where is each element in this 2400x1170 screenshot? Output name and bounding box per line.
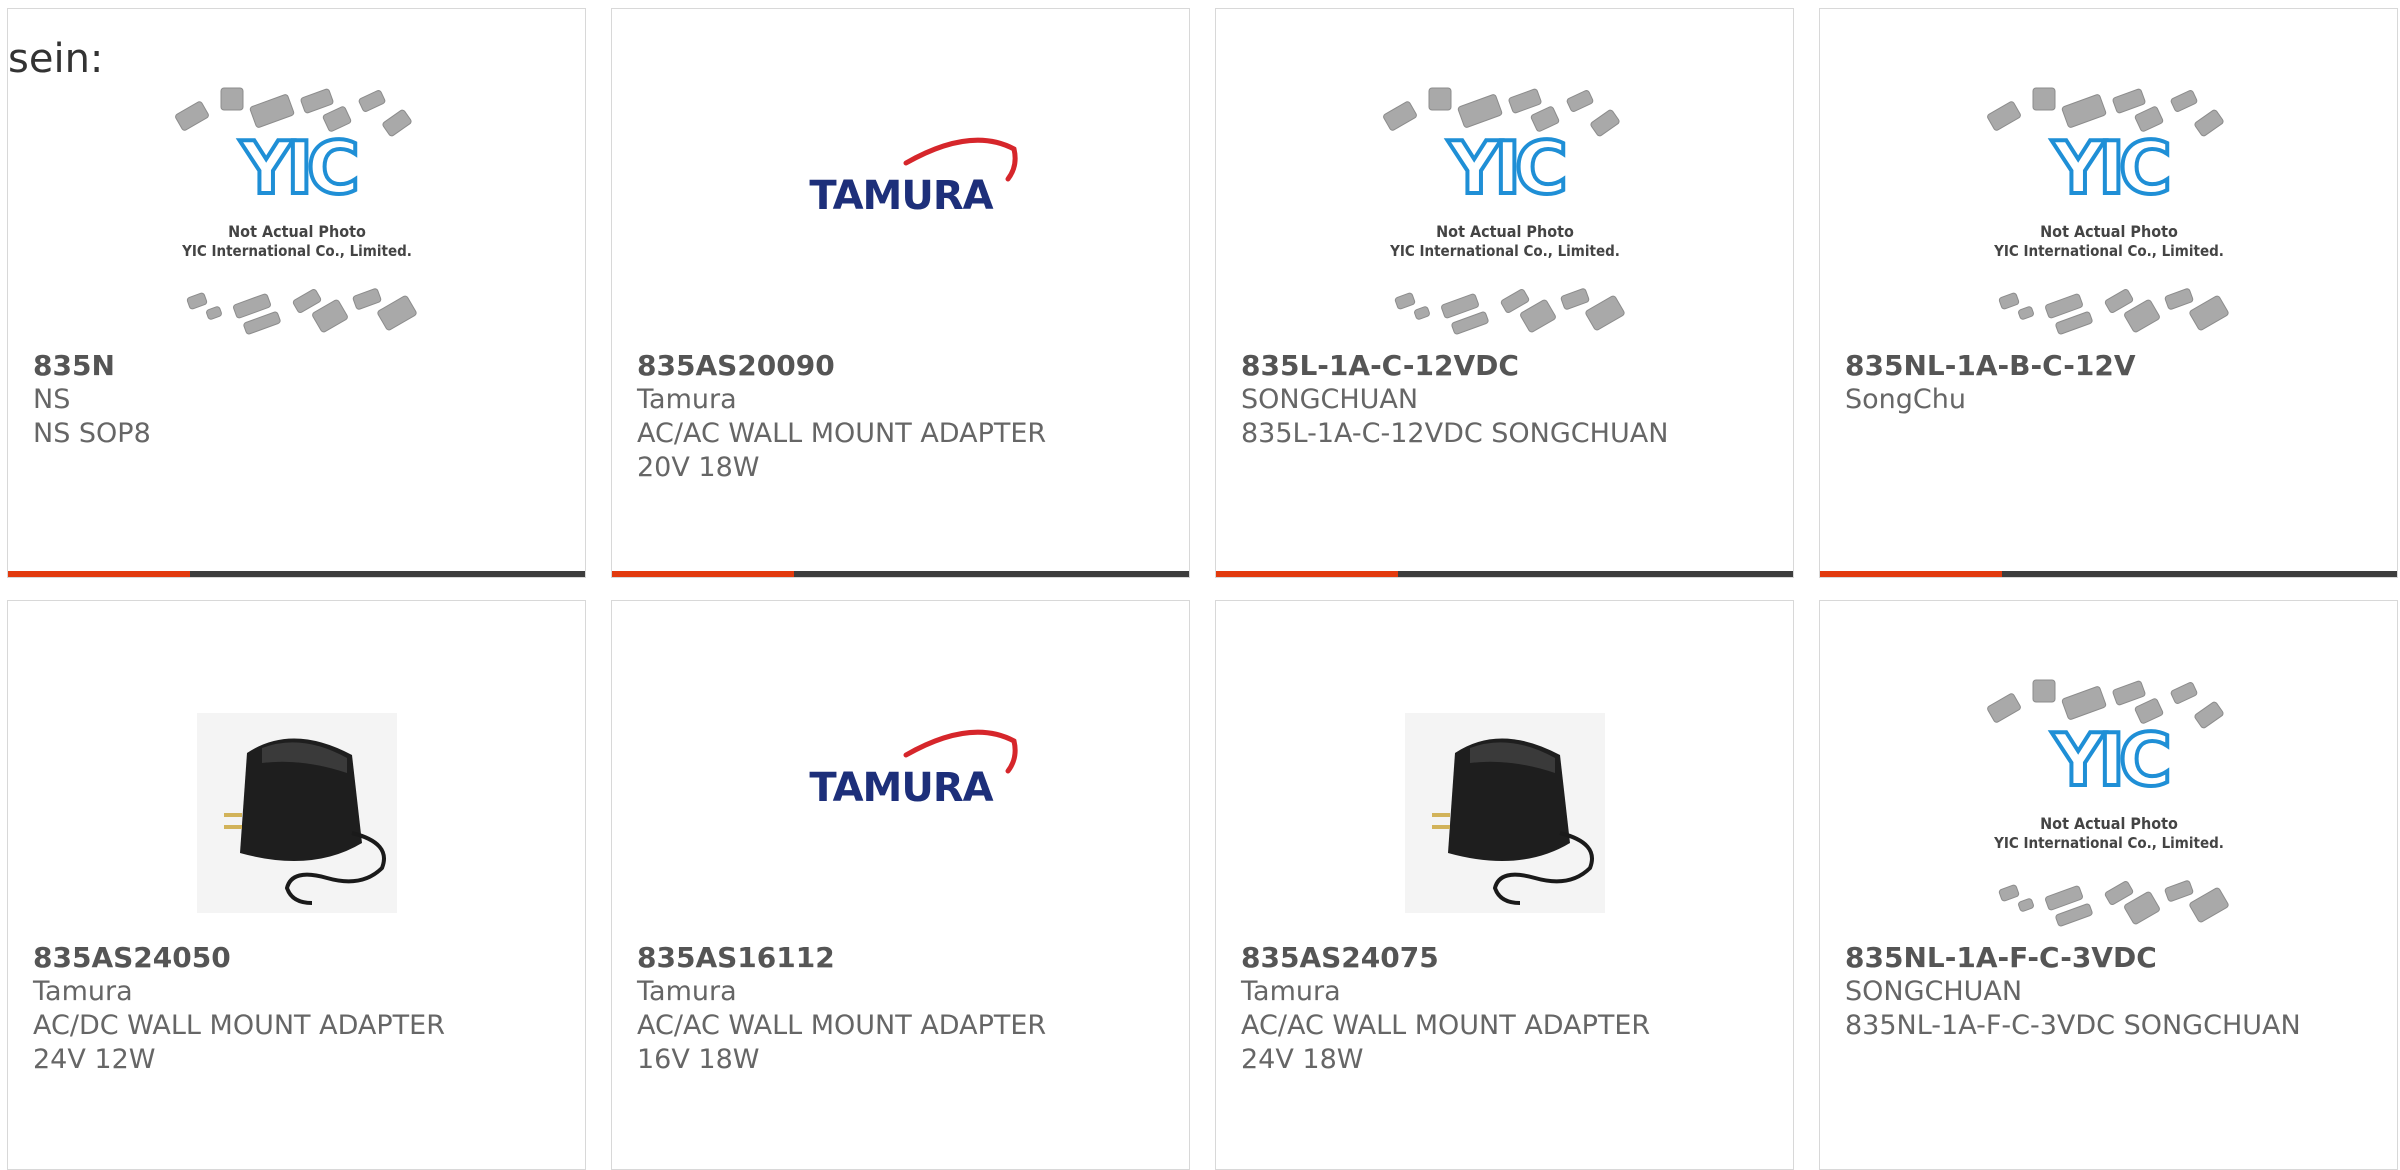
svg-text:YIC: YIC [2051, 126, 2168, 210]
product-card[interactable]: 835AS24075 Tamura AC/AC WALL MOUNT ADAPT… [1215, 600, 1794, 1170]
svg-text:Not Actual Photo: Not Actual Photo [2040, 814, 2178, 833]
manufacturer: SongChu [1845, 384, 1966, 415]
description: AC/DC WALL MOUNT ADAPTER [33, 1010, 445, 1041]
product-image-wall-adapter-photo [1360, 663, 1650, 943]
yic-placeholder-graphic: YIC Not Actual Photo YIC International C… [1986, 679, 2229, 927]
product-image-yic-placeholder: YIC Not Actual Photo YIC International C… [152, 71, 442, 351]
specs: 20V 18W [637, 452, 760, 483]
card-bottom-bar [1216, 571, 1793, 577]
manufacturer: SONGCHUAN [1241, 384, 1419, 415]
product-card[interactable]: YIC Not Actual Photo YIC International C… [7, 8, 586, 578]
product-image-yic-placeholder: YIC Not Actual Photo YIC International C… [1964, 663, 2254, 943]
part-number: 835NL-1A-B-C-12V [1845, 349, 2136, 382]
part-number: 835AS16112 [637, 941, 835, 974]
description: AC/AC WALL MOUNT ADAPTER [1241, 1010, 1651, 1041]
product-card[interactable]: YIC Not Actual Photo YIC International C… [1819, 600, 2398, 1170]
svg-text:YIC International Co., Limited: YIC International Co., Limited. [181, 242, 412, 260]
svg-text:YIC: YIC [1447, 126, 1564, 210]
part-number: 835AS20090 [637, 349, 835, 382]
specs: 24V 18W [1241, 1044, 1364, 1075]
description: NS SOP8 [33, 418, 151, 449]
description: AC/AC WALL MOUNT ADAPTER [637, 1010, 1047, 1041]
part-number: 835NL-1A-F-C-3VDC [1845, 941, 2157, 974]
description: 835L-1A-C-12VDC SONGCHUAN [1241, 418, 1669, 449]
yic-placeholder-graphic: YIC Not Actual Photo YIC International C… [174, 87, 417, 335]
product-card[interactable]: YIC Not Actual Photo YIC International C… [1215, 8, 1794, 578]
svg-text:YIC International Co., Limited: YIC International Co., Limited. [1389, 242, 1620, 260]
manufacturer: Tamura [33, 976, 133, 1007]
card-bottom-bar [612, 571, 1189, 577]
svg-text:YIC: YIC [2051, 718, 2168, 802]
specs: 24V 12W [33, 1044, 156, 1075]
product-image-yic-placeholder: YIC Not Actual Photo YIC International C… [1360, 71, 1650, 351]
wall-adapter-graphic [1404, 713, 1605, 913]
product-card[interactable]: TAMURA 835AS20090 Tamura AC/AC WALL MOUN… [611, 8, 1190, 578]
svg-text:TAMURA: TAMURA [809, 765, 993, 811]
part-number: 835L-1A-C-12VDC [1241, 349, 1519, 382]
part-number: 835AS24050 [33, 941, 231, 974]
svg-text:YIC International Co., Limited: YIC International Co., Limited. [1993, 242, 2224, 260]
intro-text: sein: [8, 36, 104, 82]
part-number: 835AS24075 [1241, 941, 1439, 974]
manufacturer: SONGCHUAN [1845, 976, 2023, 1007]
product-image-wall-adapter-photo [152, 663, 442, 943]
product-card[interactable]: 835AS24050 Tamura AC/DC WALL MOUNT ADAPT… [7, 600, 586, 1170]
product-grid: YIC Not Actual Photo YIC International C… [0, 0, 2400, 1170]
product-image-tamura-logo: TAMURA [756, 71, 1046, 351]
svg-text:Not Actual Photo: Not Actual Photo [1436, 222, 1574, 241]
tamura-logo-graphic: TAMURA [809, 729, 1018, 811]
yic-placeholder-graphic: YIC Not Actual Photo YIC International C… [1382, 87, 1625, 335]
card-bottom-bar [1820, 571, 2397, 577]
description: 835NL-1A-F-C-3VDC SONGCHUAN [1845, 1010, 2301, 1041]
svg-text:YIC International Co., Limited: YIC International Co., Limited. [1993, 834, 2224, 852]
wall-adapter-graphic [196, 713, 397, 913]
product-card[interactable]: TAMURA 835AS16112 Tamura AC/AC WALL MOUN… [611, 600, 1190, 1170]
specs: 16V 18W [637, 1044, 760, 1075]
card-bottom-bar [8, 571, 585, 577]
svg-text:Not Actual Photo: Not Actual Photo [2040, 222, 2178, 241]
description: AC/AC WALL MOUNT ADAPTER [637, 418, 1047, 449]
manufacturer: Tamura [637, 976, 737, 1007]
yic-placeholder-graphic: YIC Not Actual Photo YIC International C… [1986, 87, 2229, 335]
product-image-yic-placeholder: YIC Not Actual Photo YIC International C… [1964, 71, 2254, 351]
tamura-logo-graphic: TAMURA [809, 137, 1018, 219]
svg-text:YIC: YIC [239, 126, 356, 210]
manufacturer: NS [33, 384, 71, 415]
product-card[interactable]: YIC Not Actual Photo YIC International C… [1819, 8, 2398, 578]
svg-text:TAMURA: TAMURA [809, 173, 993, 219]
product-image-tamura-logo: TAMURA [756, 663, 1046, 943]
manufacturer: Tamura [1241, 976, 1341, 1007]
part-number: 835N [33, 349, 115, 382]
svg-text:Not Actual Photo: Not Actual Photo [228, 222, 366, 241]
manufacturer: Tamura [637, 384, 737, 415]
